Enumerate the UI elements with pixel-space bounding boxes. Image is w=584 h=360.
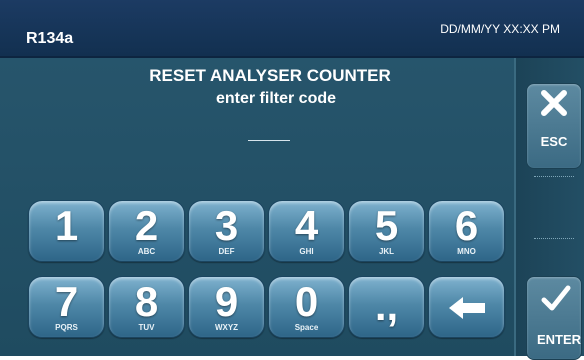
key-6[interactable]: 6 MNO bbox=[428, 200, 505, 262]
key-digit: 2 bbox=[134, 202, 159, 249]
key-digit: 9 bbox=[214, 278, 239, 325]
key-1[interactable]: 1 bbox=[28, 200, 105, 262]
check-icon bbox=[541, 285, 571, 311]
esc-button[interactable]: ESC bbox=[526, 83, 582, 169]
device-screen: R134a DD/MM/YY XX:XX PM RESET ANALYSER C… bbox=[0, 0, 584, 360]
key-backspace[interactable] bbox=[428, 276, 505, 338]
key-letters: PQRS bbox=[55, 323, 78, 332]
key-letters: TUV bbox=[138, 323, 155, 332]
key-8[interactable]: 8 TUV bbox=[108, 276, 185, 338]
key-digit: 8 bbox=[134, 278, 159, 325]
key-3[interactable]: 3 DEF bbox=[188, 200, 265, 262]
key-digit: 3 bbox=[214, 202, 239, 249]
header-bar: R134a DD/MM/YY XX:XX PM bbox=[0, 0, 584, 58]
close-x-icon bbox=[541, 90, 567, 116]
divider bbox=[534, 238, 574, 239]
enter-label: ENTER bbox=[536, 332, 582, 347]
key-7[interactable]: 7 PQRS bbox=[28, 276, 105, 338]
key-2[interactable]: 2 ABC bbox=[108, 200, 185, 262]
key-letters: JKL bbox=[378, 247, 395, 256]
key-digit: ., bbox=[374, 282, 399, 329]
refrigerant-label: R134a bbox=[26, 30, 74, 47]
key-letters: MNO bbox=[457, 247, 476, 256]
key-digit: 5 bbox=[374, 202, 399, 249]
key-digit: 7 bbox=[54, 278, 79, 325]
key-letters: DEF bbox=[218, 247, 235, 256]
backspace-arrow-icon bbox=[449, 297, 485, 319]
key-digit: 6 bbox=[454, 202, 479, 249]
key-5[interactable]: 5 JKL bbox=[348, 200, 425, 262]
key-letters: WXYZ bbox=[214, 323, 239, 332]
side-panel: ESC ENTER bbox=[514, 58, 584, 360]
key-digit: 4 bbox=[294, 202, 319, 249]
key-digit: 0 bbox=[294, 278, 319, 325]
page-title: RESET ANALYSER COUNTER bbox=[149, 66, 391, 85]
key-letters: Space bbox=[294, 323, 319, 332]
key-0[interactable]: 0 Space bbox=[268, 276, 345, 338]
esc-label: ESC bbox=[540, 134, 568, 149]
key-9[interactable]: 9 WXYZ bbox=[188, 276, 265, 338]
key-decimal[interactable]: ., bbox=[348, 276, 425, 338]
key-letters: GHI bbox=[299, 247, 314, 256]
datetime-display: DD/MM/YY XX:XX PM bbox=[440, 22, 560, 36]
key-letters: ABC bbox=[137, 247, 156, 256]
divider bbox=[534, 176, 574, 177]
enter-button[interactable]: ENTER bbox=[526, 276, 582, 360]
key-digit: 1 bbox=[54, 202, 79, 249]
key-4[interactable]: 4 GHI bbox=[268, 200, 345, 262]
code-entry-field[interactable] bbox=[248, 140, 290, 141]
page-subtitle: enter filter code bbox=[215, 90, 337, 107]
